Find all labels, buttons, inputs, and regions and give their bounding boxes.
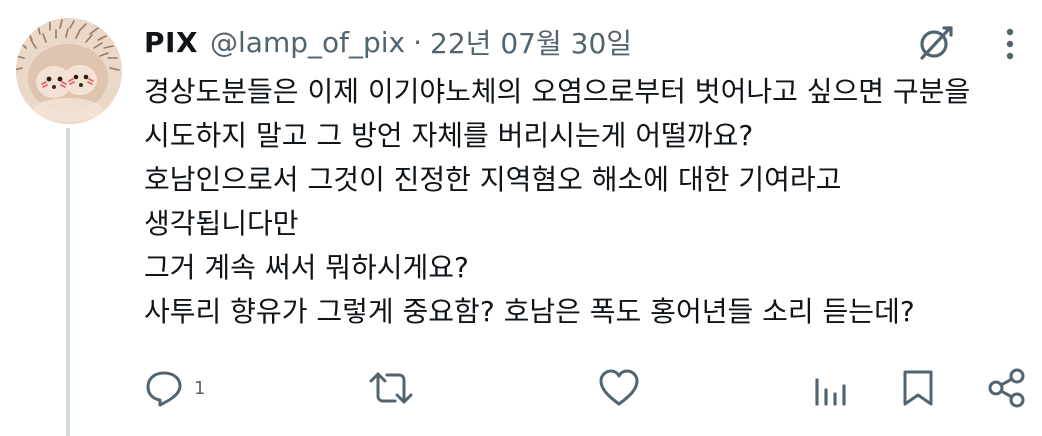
grok-icon bbox=[920, 26, 953, 60]
more-options-button[interactable] bbox=[992, 22, 1028, 66]
share-button[interactable] bbox=[986, 360, 1028, 416]
tweet-header: PIX @lamp_of_pix · 22년 07월 30일 bbox=[144, 20, 632, 64]
tweet-text: 경상도분들은 이제 이기야노체의 오염으로부터 벗어나고 싶으면 구분을 시도하… bbox=[144, 70, 1034, 334]
heart-icon bbox=[599, 369, 639, 406]
hedgehog-avatar-image bbox=[16, 18, 122, 124]
separator-dot: · bbox=[413, 25, 423, 59]
user-handle[interactable]: @lamp_of_pix bbox=[210, 26, 405, 59]
tweet-text-line: 경상도분들은 이제 이기야노체의 오염으로부터 벗어나고 싶으면 구분을 bbox=[144, 75, 971, 108]
reply-button[interactable]: 1 bbox=[144, 360, 205, 416]
tweet-text-line: 사투리 향유가 그렇게 중요함? 호남은 폭도 홍어년들 소리 듣는데? bbox=[144, 295, 915, 328]
tweet-text-line: 호남인으로서 그것이 진정한 지역혐오 해소에 대한 기여라고 bbox=[144, 163, 842, 196]
tweet-date[interactable]: 22년 07월 30일 bbox=[430, 22, 632, 62]
grok-button[interactable] bbox=[912, 20, 958, 66]
reply-count: 1 bbox=[194, 377, 206, 399]
retweet-icon bbox=[369, 372, 413, 404]
views-icon bbox=[815, 378, 846, 406]
avatar[interactable] bbox=[16, 18, 122, 124]
tweet[interactable]: PIX @lamp_of_pix · 22년 07월 30일 경상도분들은 이제… bbox=[0, 0, 1042, 436]
like-button[interactable] bbox=[598, 360, 650, 416]
display-name[interactable]: PIX bbox=[144, 26, 198, 59]
retweet-button[interactable] bbox=[368, 360, 424, 416]
tweet-text-line: 그거 계속 써서 뭐하시게요? bbox=[144, 251, 469, 284]
tweet-actions: 1 bbox=[0, 360, 1042, 416]
bookmark-icon bbox=[903, 370, 933, 406]
share-icon bbox=[988, 368, 1025, 408]
reply-icon bbox=[146, 371, 182, 407]
bookmark-button[interactable] bbox=[900, 360, 936, 416]
views-button[interactable] bbox=[812, 360, 858, 416]
more-vertical-icon bbox=[1006, 28, 1014, 60]
tweet-text-line: 생각됩니다만 bbox=[144, 207, 299, 240]
tweet-text-line: 시도하지 말고 그 방언 자체를 버리시는게 어떨까요? bbox=[144, 119, 754, 152]
